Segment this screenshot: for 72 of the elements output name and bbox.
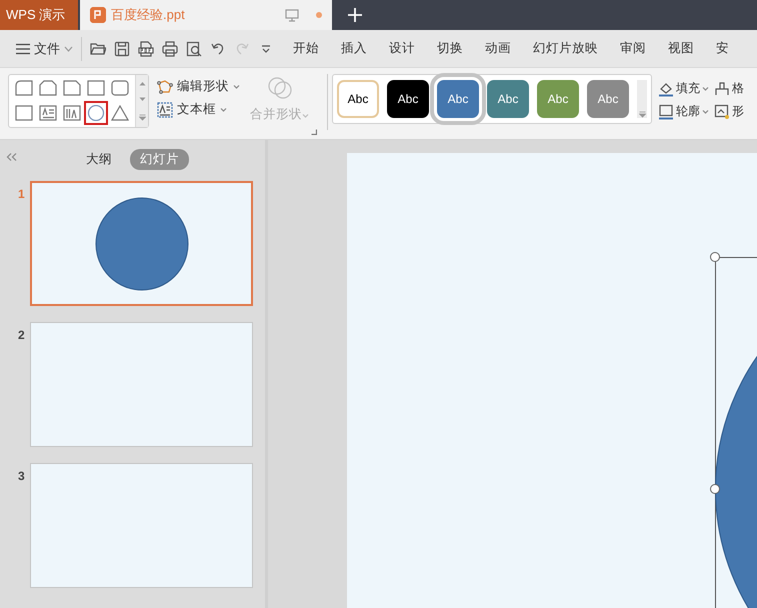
app-tab[interactable]: WPS 演示 [0, 0, 78, 30]
menu-tab[interactable]: 安 [705, 34, 740, 64]
text-box-button[interactable]: 文本框 [157, 101, 240, 118]
style-gallery-scrollbar[interactable] [637, 80, 647, 118]
menu-icon [16, 42, 30, 54]
caret-icon [702, 109, 709, 114]
rectangle-shape-icon [15, 105, 33, 121]
edit-points-icon [157, 78, 173, 94]
format-painter-icon [714, 80, 730, 96]
folder-icon[interactable] [90, 40, 106, 56]
resize-handle[interactable] [710, 252, 720, 262]
panel-tab[interactable]: 大纲 [76, 148, 122, 170]
shape-style-option[interactable]: Abc [487, 80, 529, 118]
shape-effects-icon [714, 104, 730, 120]
outline-button[interactable]: 轮廓 [658, 103, 709, 120]
expand-icon[interactable] [138, 114, 146, 122]
menu-tab[interactable]: 动画 [474, 34, 522, 64]
document-name: 百度经验.ppt [111, 6, 185, 24]
outline-icon [658, 104, 674, 120]
pdf-document-icon[interactable] [138, 40, 154, 56]
resize-handle[interactable] [710, 484, 720, 494]
presentation-file-icon [90, 7, 106, 23]
text-box-shape-icon [39, 105, 57, 121]
snipped-corners-shape-icon [39, 80, 57, 96]
vertical-text-box-shape-icon [63, 105, 81, 121]
dialog-launcher-icon[interactable] [311, 129, 317, 135]
menu-tab[interactable]: 插入 [330, 34, 378, 64]
caret-icon [233, 84, 240, 89]
format-button[interactable]: 格 [714, 80, 744, 97]
menu-tab[interactable]: 设计 [378, 34, 426, 64]
monitor-icon[interactable] [285, 8, 299, 22]
menu-tab[interactable]: 切换 [426, 34, 474, 64]
caret-icon [220, 107, 227, 112]
merge-shapes-icon [266, 76, 292, 100]
slide-number: 1 [18, 187, 26, 201]
chevron-icon [64, 46, 73, 52]
plus-icon [348, 8, 362, 22]
circle-shape-icon [87, 105, 105, 121]
printer-icon[interactable] [162, 40, 178, 56]
scroll-down-icon[interactable] [138, 97, 146, 102]
caret-icon [702, 86, 709, 91]
slide-number: 3 [18, 469, 26, 483]
slide-thumbnail[interactable] [30, 463, 253, 588]
paint-bucket-icon [658, 80, 674, 96]
save-icon[interactable] [114, 40, 130, 56]
menu-tab[interactable]: 审阅 [609, 34, 657, 64]
undo-icon[interactable] [210, 40, 226, 56]
collapse-icon[interactable] [6, 153, 17, 161]
slide-number: 2 [18, 328, 26, 342]
rounded-corner-shape-icon [15, 80, 33, 96]
triangle-shape-icon [111, 105, 129, 121]
rounded-rectangle-shape-icon [111, 80, 129, 96]
snipped-corner-shape-icon [63, 80, 81, 96]
file-menu[interactable]: 文件 [16, 40, 73, 58]
rectangle-shape-icon [87, 80, 105, 96]
slide-thumbnail[interactable] [30, 181, 253, 306]
caret-icon [302, 113, 309, 118]
shape-option[interactable] [84, 101, 108, 125]
print-preview-icon[interactable] [186, 40, 202, 56]
slide-thumbnail[interactable] [30, 322, 253, 447]
text-box-icon [157, 102, 173, 118]
shape-style-option[interactable]: Abc [337, 80, 379, 118]
menu-tab[interactable]: 幻灯片放映 [522, 34, 609, 64]
shape-style-option[interactable]: Abc [387, 80, 429, 118]
menu-tab[interactable]: 开始 [282, 34, 330, 64]
expand-icon[interactable] [638, 111, 646, 118]
edit-shape-button[interactable]: 编辑形状 [157, 78, 240, 95]
effects-button[interactable]: 形 [714, 103, 744, 120]
menu-tab[interactable]: 视图 [657, 34, 705, 64]
scroll-up-icon[interactable] [138, 80, 146, 86]
fill-button[interactable]: 填充 [658, 80, 709, 97]
gallery-scrollbar[interactable] [135, 75, 148, 127]
